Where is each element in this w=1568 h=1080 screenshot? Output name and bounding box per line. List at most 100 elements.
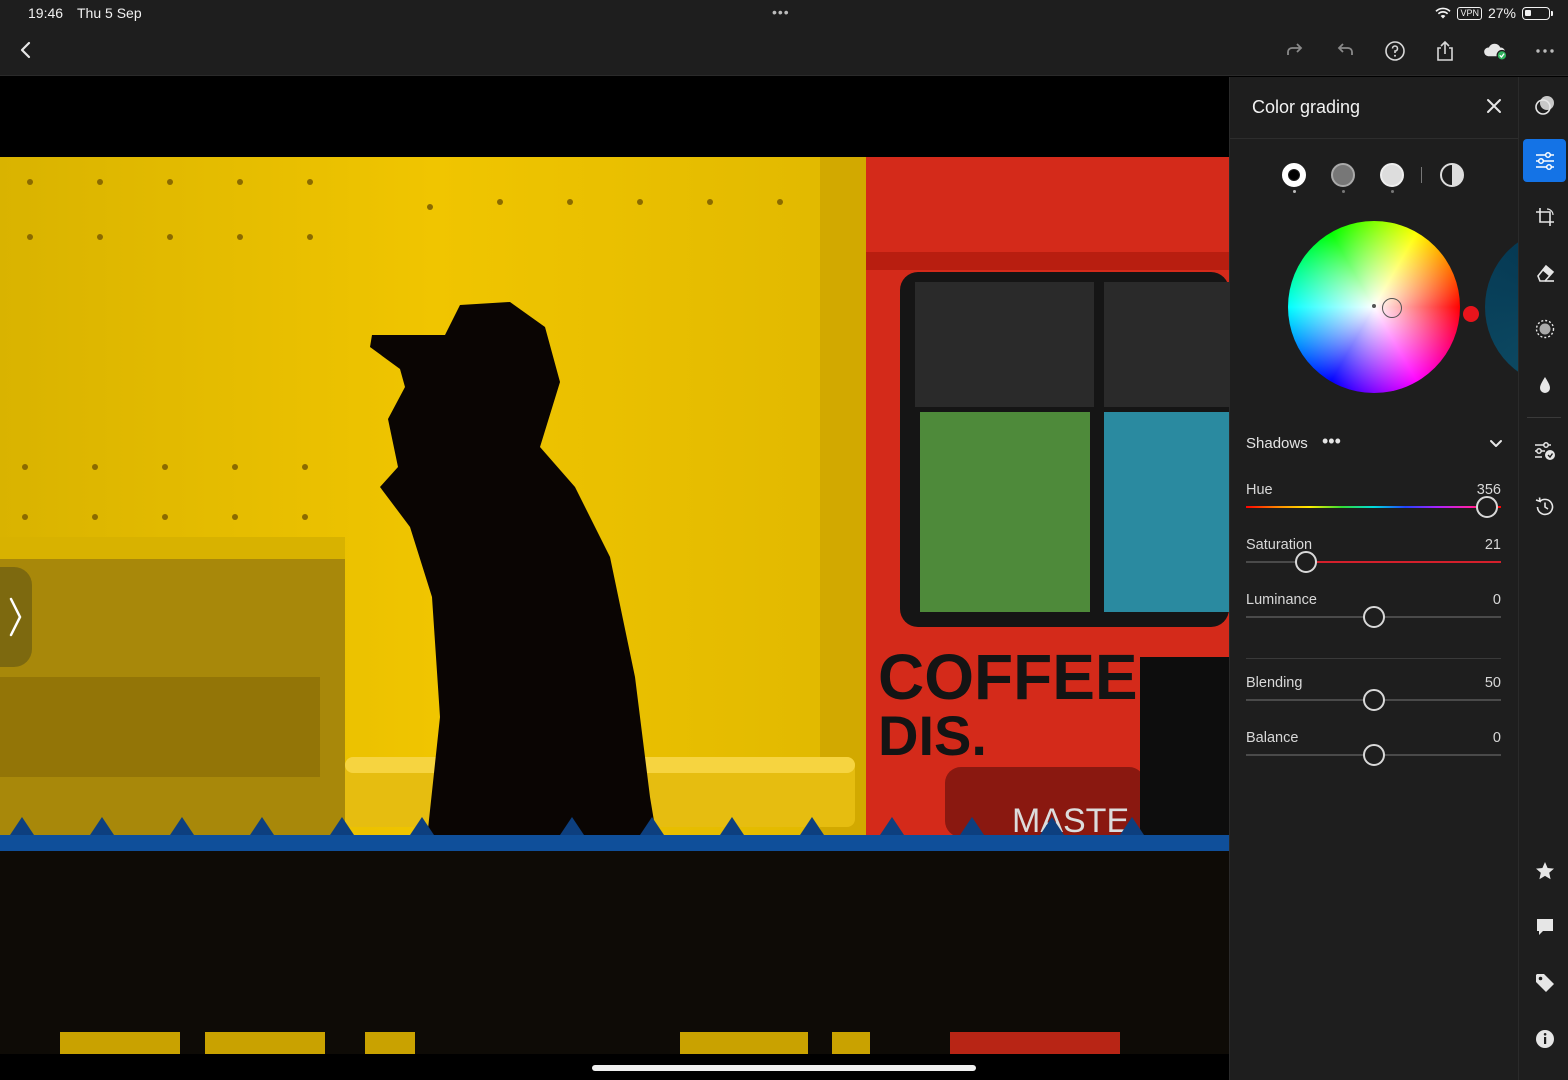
shadows-mode-button[interactable] (1282, 163, 1306, 187)
slider-label: Hue (1246, 482, 1273, 498)
slider-knob[interactable] (1476, 496, 1498, 518)
color-grading-panel: Color grading Shadows ••• Hue 356 Satura… (1229, 77, 1568, 1080)
section-selector[interactable]: Shadows ••• (1246, 431, 1504, 455)
heal-button[interactable] (1523, 251, 1566, 294)
vpn-badge: VPN (1457, 6, 1482, 20)
comment-button[interactable] (1523, 905, 1566, 948)
redo-button[interactable] (1282, 38, 1308, 64)
mode-indicator-dot (1293, 190, 1296, 193)
slider-balance[interactable]: Balance 0 (1246, 730, 1501, 774)
crop-button[interactable] (1523, 195, 1566, 238)
slider-knob[interactable] (1362, 606, 1385, 628)
highlights-mode-button[interactable] (1380, 163, 1404, 187)
heal-icon (1536, 264, 1554, 282)
sign-text-coffee: COFFEE (878, 641, 1138, 713)
redo-icon (1287, 43, 1303, 55)
toolbar-actions (1282, 38, 1558, 64)
photo-illustration: COFFEE DIS. MASTE (0, 157, 1229, 1054)
slider-luminance[interactable]: Luminance 0 (1246, 592, 1501, 636)
close-panel-button[interactable] (1485, 97, 1503, 115)
history-button[interactable] (1523, 485, 1566, 528)
home-indicator[interactable] (592, 1065, 976, 1071)
multitasking-dots-icon[interactable]: ••• (772, 4, 790, 20)
undo-icon (1337, 43, 1353, 55)
slider-track[interactable] (1246, 561, 1501, 563)
tool-rail (1518, 77, 1568, 1080)
undo-button[interactable] (1332, 38, 1358, 64)
info-button[interactable] (1523, 1017, 1566, 1060)
section-more-icon[interactable]: ••• (1322, 431, 1341, 452)
star-icon (1535, 861, 1554, 879)
photo-canvas[interactable]: COFFEE DIS. MASTE (0, 77, 1229, 1080)
masking-button[interactable] (1523, 307, 1566, 350)
global-mode-button[interactable] (1440, 163, 1464, 187)
slider-blending[interactable]: Blending 50 (1246, 675, 1501, 719)
slider-value: 0 (1492, 592, 1501, 608)
rate-button[interactable] (1523, 849, 1566, 892)
more-button[interactable] (1532, 38, 1558, 64)
shadows-mode-icon (1289, 170, 1299, 180)
crop-icon (1535, 207, 1554, 226)
panel-title: Color grading (1252, 97, 1361, 117)
more-icon (1536, 49, 1554, 53)
help-button[interactable] (1382, 38, 1408, 64)
top-toolbar (0, 26, 1568, 76)
slider-value: 21 (1484, 537, 1501, 553)
slider-saturation[interactable]: Saturation 21 (1246, 537, 1501, 581)
mode-indicator-dot (1391, 190, 1394, 193)
panel-divider (1246, 658, 1501, 659)
battery-icon (1522, 6, 1553, 20)
share-icon (1437, 40, 1453, 61)
presets-button[interactable] (1523, 83, 1566, 126)
slider-knob[interactable] (1295, 551, 1317, 573)
mode-indicator-dot (1342, 190, 1345, 193)
keyword-button[interactable] (1523, 961, 1566, 1004)
photo-image: COFFEE DIS. MASTE (0, 157, 1229, 1054)
wheel-handle[interactable] (1382, 298, 1402, 318)
hue-marker[interactable] (1463, 306, 1479, 322)
mode-separator (1421, 167, 1422, 183)
panel-header: Color grading (1230, 77, 1519, 139)
versions-icon (1534, 441, 1555, 460)
slider-hue[interactable]: Hue 356 (1246, 482, 1501, 526)
sign-text-master: MASTE (1012, 802, 1129, 840)
color-wheel[interactable] (1288, 221, 1460, 393)
help-icon (1385, 41, 1405, 61)
status-bar: 19:46 Thu 5 Sep ••• VPN 27% (0, 0, 1568, 26)
filmstrip-toggle-handle[interactable] (0, 567, 32, 667)
adjust-button[interactable] (1523, 139, 1566, 182)
versions-button[interactable] (1523, 429, 1566, 472)
slider-label: Luminance (1246, 592, 1317, 608)
cloud-sync-button[interactable] (1482, 38, 1508, 64)
midtones-mode-button[interactable] (1331, 163, 1355, 187)
wifi-icon (1435, 7, 1452, 19)
back-button[interactable] (14, 38, 38, 62)
history-icon (1535, 496, 1553, 515)
info-icon (1535, 1029, 1554, 1048)
chevron-left-icon (20, 41, 31, 59)
slider-track[interactable] (1246, 506, 1501, 508)
slider-knob[interactable] (1362, 689, 1385, 711)
section-label: Shadows (1246, 435, 1308, 452)
chevron-down-icon[interactable] (1488, 435, 1504, 451)
slider-label: Blending (1246, 675, 1303, 691)
share-button[interactable] (1432, 38, 1458, 64)
slider-value: 50 (1484, 675, 1501, 691)
status-indicators: VPN 27% (1435, 5, 1553, 21)
adjust-icon (1535, 151, 1554, 170)
grading-mode-selector (1230, 159, 1519, 199)
status-time: 19:46 (28, 5, 64, 21)
wheel-center-dot (1372, 304, 1376, 308)
blur-icon (1539, 376, 1550, 393)
blur-button[interactable] (1523, 363, 1566, 406)
rail-divider (1527, 417, 1561, 418)
close-icon (1487, 99, 1501, 113)
chevron-right-icon (9, 597, 22, 637)
comment-icon (1536, 918, 1553, 935)
cloud-synced-icon (1484, 43, 1508, 61)
battery-percent: 27% (1487, 5, 1516, 21)
slider-label: Balance (1246, 730, 1299, 746)
status-date: Thu 5 Sep (77, 5, 142, 21)
slider-knob[interactable] (1362, 744, 1385, 766)
masking-icon (1535, 319, 1554, 338)
